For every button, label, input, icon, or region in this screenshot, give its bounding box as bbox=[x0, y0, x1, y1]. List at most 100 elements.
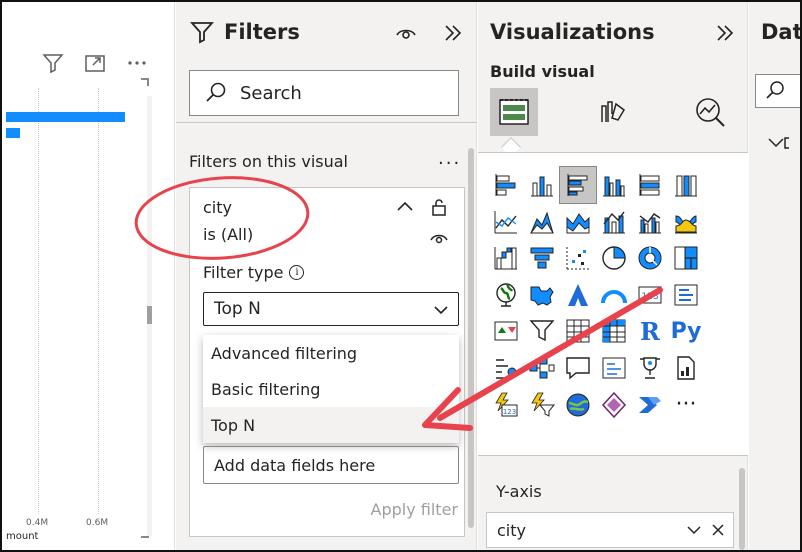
goals-icon[interactable] bbox=[632, 350, 668, 386]
kpi-icon[interactable] bbox=[488, 313, 524, 349]
more-visuals-label: ··· bbox=[675, 391, 697, 417]
chart-bar[interactable] bbox=[6, 112, 125, 122]
chevron-down-icon[interactable] bbox=[767, 134, 792, 156]
chart-bar[interactable] bbox=[6, 128, 20, 138]
placeholder-cell bbox=[704, 387, 740, 423]
line-and-clustered-column-icon[interactable] bbox=[632, 204, 668, 240]
focus-mode-icon[interactable] bbox=[82, 50, 108, 76]
slicer-icon[interactable] bbox=[524, 313, 560, 349]
chevron-up-icon[interactable] bbox=[394, 196, 416, 218]
close-icon[interactable] bbox=[709, 521, 727, 539]
lock-icon[interactable] bbox=[428, 196, 450, 218]
resize-handle[interactable] bbox=[141, 78, 149, 86]
treemap-icon[interactable] bbox=[668, 240, 704, 276]
r-visual-icon[interactable]: R bbox=[632, 313, 668, 349]
clustered-bar-chart-icon[interactable] bbox=[559, 166, 597, 204]
scatter-chart-icon[interactable] bbox=[560, 240, 596, 276]
line-and-stacked-column-icon[interactable] bbox=[596, 204, 632, 240]
power-apps-card-icon[interactable]: 123 bbox=[488, 387, 524, 423]
visualizations-pane: Visualizations Build visual 123 R Py 123… bbox=[478, 2, 748, 550]
filters-scrollbar[interactable] bbox=[467, 138, 475, 538]
eye-icon[interactable] bbox=[428, 226, 450, 248]
visual-scrollbar[interactable] bbox=[147, 96, 152, 536]
collapse-pane-icon[interactable] bbox=[440, 20, 466, 46]
build-visual-tab[interactable] bbox=[490, 88, 538, 136]
line-chart-icon[interactable] bbox=[488, 204, 524, 240]
ribbon-chart-icon[interactable] bbox=[668, 204, 704, 240]
line-chart-icon[interactable] bbox=[704, 167, 740, 203]
100-stacked-bar-chart-icon[interactable] bbox=[632, 167, 668, 203]
power-automate-icon[interactable] bbox=[632, 387, 668, 423]
power-automate-slicer-icon[interactable] bbox=[524, 387, 560, 423]
decomposition-tree-icon[interactable] bbox=[524, 350, 560, 386]
donut-chart-icon[interactable] bbox=[632, 240, 668, 276]
clustered-column-chart-icon[interactable] bbox=[596, 167, 632, 203]
info-icon[interactable]: i bbox=[289, 265, 305, 280]
power-apps-icon[interactable] bbox=[596, 387, 632, 423]
more-options-icon[interactable] bbox=[124, 50, 150, 76]
data-title: Data bbox=[761, 20, 800, 44]
y-axis-field-well[interactable]: city bbox=[486, 512, 734, 548]
bar-chart-visual[interactable]: 0.4M 0.6M mount bbox=[2, 78, 154, 542]
stacked-column-chart-icon[interactable] bbox=[524, 167, 560, 203]
python-visual-icon[interactable]: Py bbox=[668, 313, 704, 349]
filled-map-icon[interactable] bbox=[524, 277, 560, 313]
pie-chart-icon[interactable] bbox=[596, 240, 632, 276]
more-options-icon[interactable]: ... bbox=[438, 148, 461, 169]
analytics-icon bbox=[696, 98, 725, 127]
chevron-down-icon[interactable] bbox=[685, 521, 703, 539]
more-visuals-icon[interactable]: ··· bbox=[668, 387, 704, 423]
dropdown-option-topn[interactable]: Top N bbox=[203, 407, 459, 443]
matrix-icon[interactable] bbox=[596, 313, 632, 349]
search-placeholder: Search bbox=[240, 82, 302, 104]
apply-filter-button[interactable]: Apply filter bbox=[371, 500, 458, 519]
visual-gallery: 123 R Py 123 ··· bbox=[478, 152, 748, 456]
analytics-tab[interactable] bbox=[686, 88, 734, 136]
format-visual-tab[interactable] bbox=[588, 88, 636, 136]
collapse-pane-icon[interactable] bbox=[712, 20, 738, 46]
funnel-chart-icon[interactable] bbox=[524, 240, 560, 276]
search-icon bbox=[766, 81, 784, 99]
smart-narrative-icon[interactable] bbox=[596, 350, 632, 386]
grid-line bbox=[98, 88, 99, 514]
100-stacked-column-chart-icon[interactable] bbox=[668, 167, 704, 203]
grid-line bbox=[38, 88, 39, 514]
table-icon[interactable] bbox=[560, 313, 596, 349]
dropdown-option-advanced[interactable]: Advanced filtering bbox=[203, 335, 459, 371]
visualizations-scrollbar[interactable] bbox=[738, 468, 746, 550]
placeholder-cell bbox=[704, 204, 740, 240]
placeholder-cell bbox=[704, 313, 740, 349]
svg-text:123: 123 bbox=[641, 292, 658, 302]
visualizations-title: Visualizations bbox=[490, 20, 655, 44]
arcgis-map-icon[interactable] bbox=[560, 387, 596, 423]
filters-title-text: Filters bbox=[224, 20, 300, 44]
filters-search-input[interactable]: Search bbox=[189, 70, 459, 116]
x-axis-title: mount bbox=[6, 531, 39, 542]
gauge-icon[interactable] bbox=[596, 277, 632, 313]
card-icon[interactable]: 123 bbox=[632, 277, 668, 313]
azure-map-icon[interactable] bbox=[560, 277, 596, 313]
filters-on-visual-label: Filters on this visual bbox=[189, 152, 348, 171]
filter-field-name: city bbox=[203, 198, 232, 217]
paintbrush-icon bbox=[601, 101, 625, 122]
filter-type-select[interactable]: Top N bbox=[203, 292, 459, 326]
visual-header-toolbar bbox=[40, 50, 150, 76]
key-influencers-icon[interactable] bbox=[488, 350, 524, 386]
qa-visual-icon[interactable] bbox=[560, 350, 596, 386]
stacked-area-chart-icon[interactable] bbox=[560, 204, 596, 240]
paginated-report-icon[interactable] bbox=[668, 350, 704, 386]
waterfall-chart-icon[interactable] bbox=[488, 240, 524, 276]
stacked-bar-chart-icon[interactable] bbox=[488, 167, 524, 203]
filter-icon[interactable] bbox=[40, 50, 66, 76]
visual-type-grid: 123 R Py 123 ··· bbox=[488, 166, 740, 423]
dropdown-option-basic[interactable]: Basic filtering bbox=[203, 371, 459, 407]
map-icon[interactable] bbox=[488, 277, 524, 313]
placeholder-cell bbox=[704, 277, 740, 313]
add-data-fields-well[interactable]: Add data fields here bbox=[203, 446, 459, 484]
eye-icon[interactable] bbox=[393, 20, 419, 46]
multi-row-card-icon[interactable] bbox=[668, 277, 704, 313]
area-chart-icon[interactable] bbox=[524, 204, 560, 240]
data-search-input[interactable] bbox=[755, 74, 800, 108]
city-filter-card: city is (All) Filter type i Top N Advanc… bbox=[189, 187, 465, 537]
svg-text:123: 123 bbox=[503, 408, 516, 416]
